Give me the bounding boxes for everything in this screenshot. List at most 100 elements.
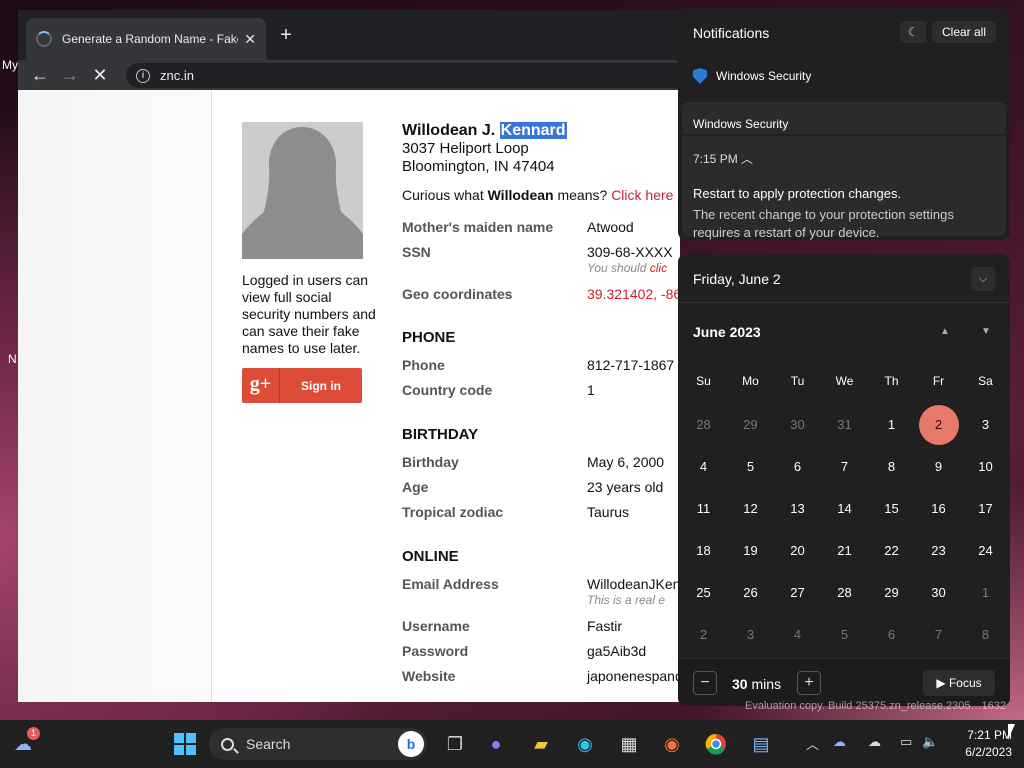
name-meaning-link[interactable]: Click here [611, 187, 673, 203]
calendar-day[interactable]: 4 [684, 447, 724, 487]
next-month-icon[interactable]: ▼ [981, 326, 991, 337]
calendar-day-selected[interactable]: 2 [918, 405, 959, 445]
calendar-day[interactable]: 1 [872, 405, 912, 445]
store-icon[interactable]: ▦ [614, 729, 644, 759]
edge-icon[interactable]: ◉ [570, 729, 600, 759]
calendar-day[interactable]: 23 [919, 531, 959, 571]
calendar-day[interactable]: 30 [919, 573, 959, 613]
calendar-day[interactable]: 27 [778, 573, 818, 613]
field-label: Age [402, 479, 429, 495]
field-label: Website [402, 668, 456, 684]
volume-icon[interactable]: 🔈 [922, 734, 938, 750]
calendar-day[interactable]: 6 [872, 615, 912, 655]
system-clock[interactable]: 7:21 PM 6/2/2023 [948, 727, 1012, 761]
firefox-icon[interactable]: ◉ [657, 729, 687, 759]
tab-strip: Generate a Random Name - Fake ✕ + [18, 10, 680, 60]
calendar-day[interactable]: 9 [919, 447, 959, 487]
calendar-day[interactable]: 16 [919, 489, 959, 529]
chevron-up-icon[interactable]: ︿ [806, 734, 819, 753]
notification-card[interactable]: Windows Security 7:15 PM ︿ Restart to ap… [682, 102, 1006, 240]
calendar-day[interactable]: 10 [966, 447, 1006, 487]
previous-month-icon[interactable]: ▲ [940, 326, 950, 337]
taskbar-search[interactable]: Search b [209, 728, 427, 760]
calendar-day[interactable]: 7 [825, 447, 865, 487]
calendar-day[interactable]: 11 [684, 489, 724, 529]
desktop-icon-label[interactable]: My [2, 58, 18, 72]
loading-icon [36, 31, 52, 47]
calendar-day[interactable]: 29 [872, 573, 912, 613]
field-value: 23 years old [587, 479, 664, 495]
chat-icon[interactable]: ● [481, 729, 511, 759]
month-label[interactable]: June 2023 [693, 324, 761, 340]
ssn-note-link[interactable]: clic [650, 261, 667, 275]
calendar-day[interactable]: 26 [731, 573, 771, 613]
url-text[interactable]: znc.in [160, 68, 194, 83]
focus-button[interactable]: ▶ Focus [923, 670, 995, 696]
bing-icon[interactable]: b [398, 731, 424, 757]
field-label: Username [402, 618, 470, 634]
close-tab-icon[interactable]: ✕ [244, 31, 256, 48]
calendar-day[interactable]: 28 [825, 573, 865, 613]
chrome-icon[interactable] [701, 729, 731, 759]
calendar-day[interactable]: 19 [731, 531, 771, 571]
stop-loading-icon[interactable]: ✕ [85, 65, 115, 86]
browser-toolbar: ← → ✕ i znc.in [18, 60, 680, 90]
task-view-icon[interactable]: ❐ [440, 729, 470, 759]
calendar-day[interactable]: 29 [731, 405, 771, 445]
cloud-offline-icon[interactable]: ☁ [868, 734, 881, 750]
calendar-day[interactable]: 5 [731, 447, 771, 487]
calendar-day[interactable]: 15 [872, 489, 912, 529]
google-signin-button[interactable]: g+ Sign in [242, 368, 362, 403]
new-tab-button[interactable]: + [274, 24, 298, 48]
calendar-day[interactable]: 3 [731, 615, 771, 655]
last-name-selected: Kennard [499, 122, 567, 139]
calendar-day[interactable]: 18 [684, 531, 724, 571]
field-label: Email Address [402, 576, 499, 592]
address-bar[interactable]: i znc.in [126, 63, 680, 88]
calendar-day[interactable]: 21 [825, 531, 865, 571]
calendar-day[interactable]: 28 [684, 405, 724, 445]
profile-silhouette [242, 122, 363, 259]
notepad-icon[interactable]: ▤ [746, 729, 776, 759]
increase-minutes-button[interactable]: + [797, 671, 821, 695]
calendar-day[interactable]: 14 [825, 489, 865, 529]
onedrive-icon[interactable]: ☁ [833, 734, 846, 750]
calendar-day[interactable]: 17 [966, 489, 1006, 529]
calendar-day[interactable]: 24 [966, 531, 1006, 571]
calendar-day[interactable]: 4 [778, 615, 818, 655]
do-not-disturb-icon[interactable]: ☾ [900, 21, 926, 43]
calendar-day[interactable]: 13 [778, 489, 818, 529]
start-icon[interactable] [170, 729, 200, 759]
desktop-icon-label[interactable]: N [8, 352, 17, 366]
calendar-day[interactable]: 1 [966, 573, 1006, 613]
forward-icon[interactable]: → [55, 65, 85, 86]
chevron-down-icon[interactable]: ⌵ [971, 267, 995, 291]
calendar-day[interactable]: 3 [966, 405, 1006, 445]
notification-time: 7:15 PM ︿ [693, 152, 754, 166]
clear-all-button[interactable]: Clear all [932, 21, 996, 43]
back-icon[interactable]: ← [25, 65, 55, 86]
network-icon[interactable]: ▭ [900, 734, 912, 750]
browser-tab[interactable]: Generate a Random Name - Fake ✕ [26, 18, 266, 60]
calendar-day[interactable]: 5 [825, 615, 865, 655]
calendar-day[interactable]: 31 [825, 405, 865, 445]
calendar-day[interactable]: 12 [731, 489, 771, 529]
chevron-up-icon[interactable]: ︿ [741, 152, 753, 166]
decrease-minutes-button[interactable]: − [693, 671, 717, 695]
field-label: Password [402, 643, 469, 659]
file-explorer-icon[interactable]: ▰ [526, 729, 556, 759]
weather-widget-icon[interactable]: ☁ 1 [8, 727, 40, 759]
geo-link[interactable]: 39.321402, -86 [587, 286, 680, 302]
notification-headline: Restart to apply protection changes. [693, 186, 902, 201]
evaluation-watermark: Evaluation copy. Build 25375.zn_release.… [745, 700, 1006, 712]
calendar-day[interactable]: 2 [684, 615, 724, 655]
calendar-day[interactable]: 20 [778, 531, 818, 571]
site-info-icon[interactable]: i [136, 68, 150, 83]
calendar-day[interactable]: 8 [966, 615, 1006, 655]
calendar-day[interactable]: 22 [872, 531, 912, 571]
calendar-day[interactable]: 6 [778, 447, 818, 487]
calendar-day[interactable]: 7 [919, 615, 959, 655]
calendar-day[interactable]: 30 [778, 405, 818, 445]
calendar-day[interactable]: 8 [872, 447, 912, 487]
calendar-day[interactable]: 25 [684, 573, 724, 613]
